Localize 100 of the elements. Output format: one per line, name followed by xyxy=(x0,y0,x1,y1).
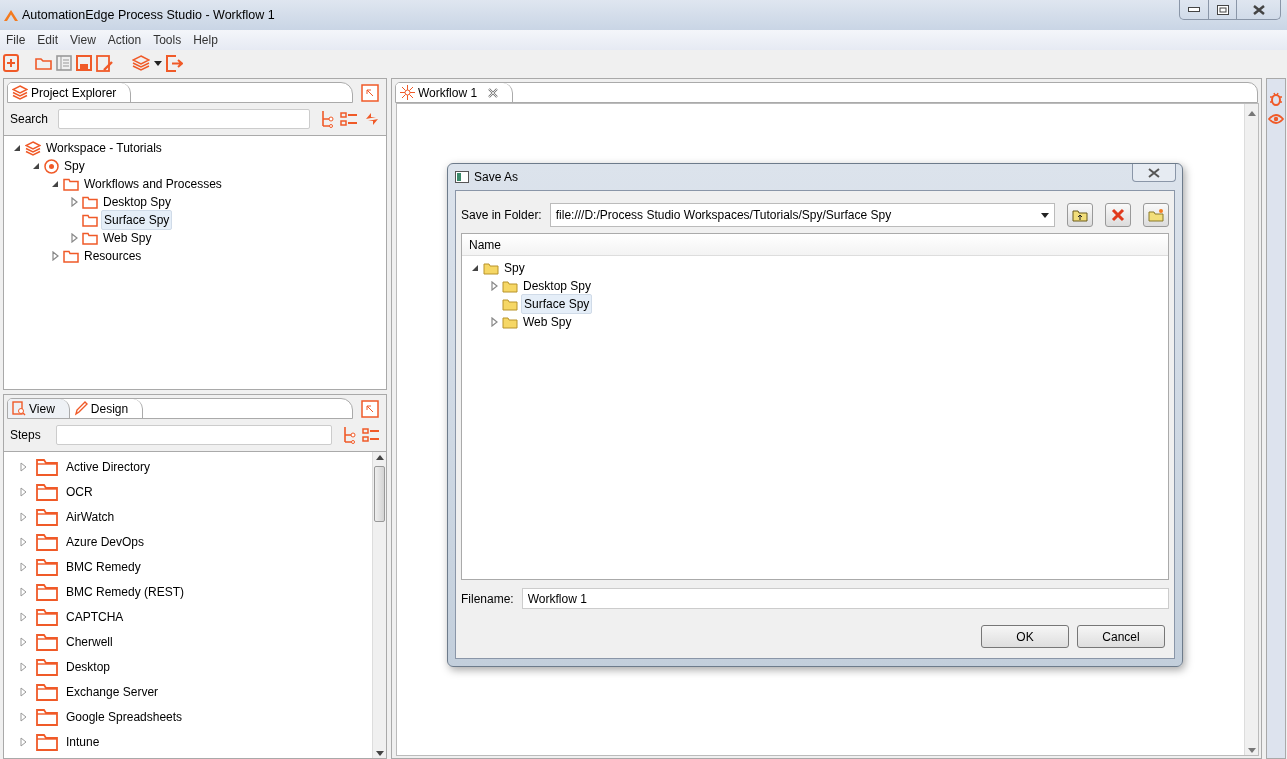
scroll-up-icon[interactable] xyxy=(375,455,384,461)
expand-arrow-icon[interactable] xyxy=(18,736,28,747)
tree-item[interactable]: Web Spy xyxy=(521,313,574,331)
collapse-arrow-icon[interactable] xyxy=(12,143,22,153)
bug-icon[interactable] xyxy=(1269,91,1283,107)
document-icon[interactable] xyxy=(56,55,72,71)
tree-item[interactable]: CAPTCHA xyxy=(66,607,124,626)
menu-item[interactable]: Tools xyxy=(147,31,188,49)
menu-item[interactable]: Action xyxy=(101,31,148,49)
project-explorer-tab[interactable]: Project Explorer xyxy=(8,83,132,102)
tree-item[interactable]: Surface Spy xyxy=(101,210,173,230)
expand-arrow-icon[interactable] xyxy=(18,686,28,697)
expand-arrow-icon[interactable] xyxy=(18,511,28,522)
tree-item[interactable]: Azure DevOps xyxy=(66,532,145,551)
dialog-button[interactable]: Cancel xyxy=(1077,625,1165,648)
sync-arrows-icon[interactable] xyxy=(364,111,380,127)
expand-arrow-icon[interactable] xyxy=(69,233,79,243)
menu-item[interactable]: File xyxy=(0,31,32,49)
filename-label: Filename: xyxy=(461,590,514,608)
tree-item[interactable]: Workspace - Tutorials xyxy=(44,139,164,157)
search-field[interactable] xyxy=(58,109,310,129)
window-title: AutomationEdge Process Studio - Workflow 1 xyxy=(22,6,275,24)
expand-arrow-icon[interactable] xyxy=(489,281,499,291)
tree-item[interactable]: Desktop Spy xyxy=(521,277,594,295)
expand-arrow-icon[interactable] xyxy=(18,586,28,597)
expand-arrow-icon[interactable] xyxy=(69,197,79,207)
expand-arrow-icon[interactable] xyxy=(50,251,60,261)
collapse-arrow-icon[interactable] xyxy=(470,263,480,273)
tree-item[interactable]: Desktop xyxy=(66,657,111,676)
tree-item[interactable]: Spy xyxy=(62,157,87,175)
folder-up-button[interactable] xyxy=(1067,203,1093,227)
tree-item[interactable]: Desktop Spy xyxy=(101,193,174,211)
tree-item[interactable]: Google Spreadsheets xyxy=(66,707,183,726)
expand-arrow-icon[interactable] xyxy=(18,536,28,547)
expand-arrow-icon[interactable] xyxy=(18,636,28,647)
column-header[interactable]: Name xyxy=(469,235,501,254)
new-file-icon[interactable] xyxy=(3,54,19,72)
expand-arrow-icon[interactable] xyxy=(489,317,499,327)
folder-dropdown[interactable]: file:///D:/Process Studio Workspaces/Tutorials/Spy/Surface Spy xyxy=(549,203,1055,227)
maximize-panel-icon[interactable] xyxy=(361,83,379,102)
eye-icon[interactable] xyxy=(1268,113,1284,125)
new-folder-button[interactable] xyxy=(1143,203,1169,227)
search-label: Search xyxy=(10,111,49,128)
filename-field[interactable]: Workflow 1 xyxy=(521,588,1169,609)
menu-item[interactable]: Edit xyxy=(31,31,65,49)
tree-item[interactable]: BMC Remedy (REST) xyxy=(66,582,184,601)
list-icon[interactable] xyxy=(362,428,380,442)
save-icon[interactable] xyxy=(76,55,92,71)
menu-item[interactable]: View xyxy=(64,31,102,49)
tree-item[interactable]: AirWatch xyxy=(66,507,115,526)
expand-arrow-icon[interactable] xyxy=(18,561,28,572)
tree-item[interactable]: Intune xyxy=(66,732,100,751)
workflow-icon xyxy=(400,85,415,100)
caret-icon[interactable] xyxy=(154,60,162,66)
expand-arrow-icon[interactable] xyxy=(18,661,28,672)
app-logo-icon xyxy=(4,9,18,21)
scrollbar[interactable] xyxy=(1244,104,1258,755)
folder-icon xyxy=(36,707,58,726)
layers-icon xyxy=(25,140,41,156)
scroll-up-icon[interactable] xyxy=(1247,111,1256,117)
folder-icon xyxy=(502,297,518,311)
close-button[interactable] xyxy=(1132,164,1176,182)
folder-icon xyxy=(82,231,98,245)
panel-tab[interactable]: View xyxy=(8,399,70,418)
tree-item[interactable]: Cherwell xyxy=(66,632,113,651)
expand-arrow-icon[interactable] xyxy=(18,461,28,472)
scroll-down-icon[interactable] xyxy=(375,751,384,757)
edit-document-icon[interactable] xyxy=(96,54,114,72)
scroll-thumb[interactable] xyxy=(374,466,385,522)
tree-item[interactable]: BMC Remedy xyxy=(66,557,141,576)
workflow-tab[interactable]: Workflow 1 xyxy=(396,83,514,102)
scrollbar[interactable] xyxy=(372,452,386,758)
tree-item[interactable]: Exchange Server xyxy=(66,682,159,701)
close-tab-icon[interactable] xyxy=(488,87,499,98)
tree-item[interactable]: Web Spy xyxy=(101,229,154,247)
folder-icon xyxy=(82,195,98,209)
circle-logo-icon xyxy=(44,158,59,174)
expand-arrow-icon[interactable] xyxy=(18,611,28,622)
expand-arrow-icon[interactable] xyxy=(18,711,28,722)
scroll-down-icon[interactable] xyxy=(1247,748,1256,754)
tree-item[interactable]: Active Directory xyxy=(66,457,151,476)
collapse-arrow-icon[interactable] xyxy=(50,179,60,189)
tree-item[interactable]: Workflows and Processes xyxy=(82,175,224,193)
expand-arrow-icon[interactable] xyxy=(18,486,28,497)
folder-icon[interactable] xyxy=(35,56,52,70)
maximize-icon xyxy=(1216,4,1229,15)
maximize-panel-icon[interactable] xyxy=(361,399,379,418)
delete-button[interactable] xyxy=(1105,203,1131,227)
tree-item[interactable]: Surface Spy xyxy=(521,294,593,314)
tree-item[interactable]: Resources xyxy=(82,247,144,265)
steps-search-field[interactable] xyxy=(56,425,332,445)
hierarchy-icon[interactable] xyxy=(320,110,334,128)
menu-item[interactable]: Help xyxy=(187,31,224,49)
dialog-button[interactable]: OK xyxy=(981,625,1069,648)
tree-item[interactable]: Spy xyxy=(502,259,527,277)
hierarchy-icon[interactable] xyxy=(342,426,356,444)
tree-item[interactable]: OCR xyxy=(66,482,93,501)
collapse-arrow-icon[interactable] xyxy=(31,161,41,171)
list-icon[interactable] xyxy=(340,112,358,126)
magnifier-document-icon xyxy=(12,401,26,416)
